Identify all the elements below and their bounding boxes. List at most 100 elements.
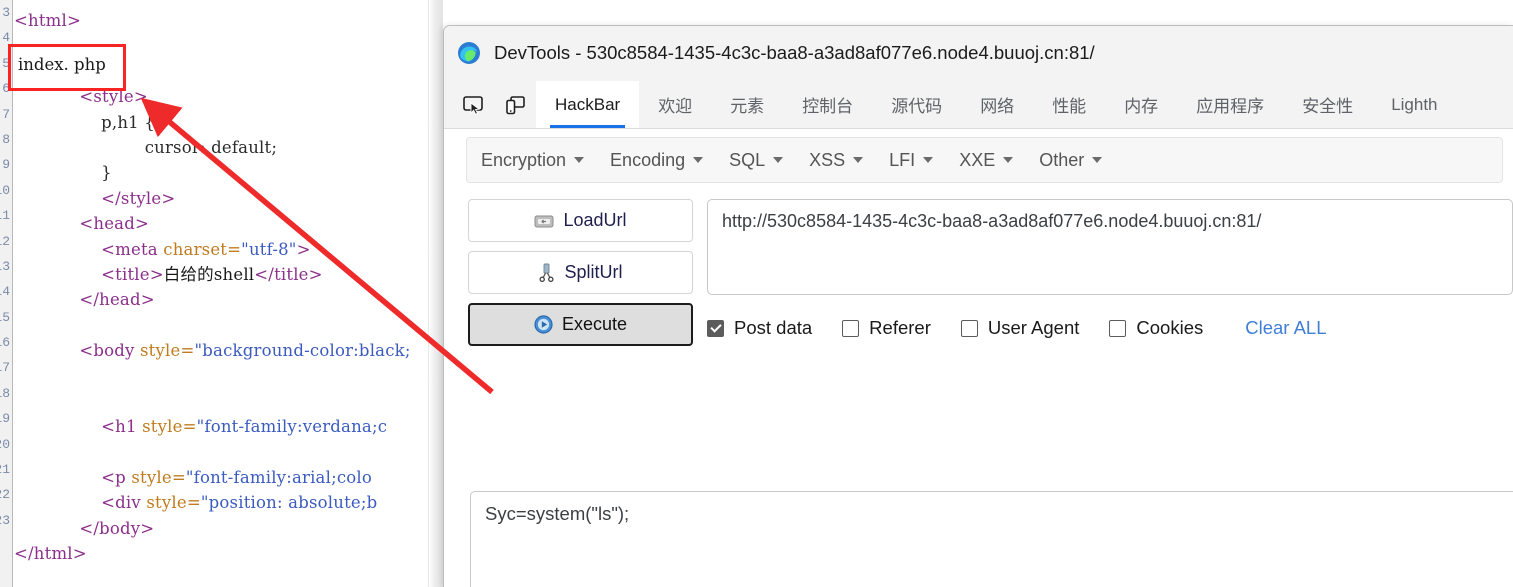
line-number: 8 [2,131,10,147]
hackbar-options-row: Post data Referer User Agent Cookies Clear A… [707,314,1513,342]
hackbar-menu-label: XSS [809,149,846,170]
option-label: Cookies [1136,317,1204,338]
line-number: 18 [0,385,10,401]
code-line: cursor: default; [14,135,443,160]
split-url-label: SplitUrl [564,262,623,282]
option-user-agent[interactable]: User Agent [960,317,1080,339]
checkbox[interactable] [1109,319,1127,337]
line-number: 11 [0,208,10,224]
code-line: <h1 style="font-family:verdana;c [14,414,443,439]
load-url-button[interactable]: LoadUrl [468,199,693,242]
hackbar-menu-encoding[interactable]: Encoding [610,149,704,171]
code-token: <html> [14,11,82,30]
chevron-down-icon [853,157,864,163]
checkbox[interactable] [707,319,724,337]
code-line: <p style="font-family:arial;colo [14,465,443,490]
line-number: 22 [0,487,10,503]
chevron-down-icon [923,157,934,163]
code-token: <h1 [101,417,143,437]
line-number: 17 [0,360,10,376]
code-token: <body [79,341,140,361]
devtools-window-title: DevTools - 530c8584-1435-4c3c-baa8-a3ad8… [494,42,1095,63]
tab-网络[interactable]: 网络 [961,81,1033,128]
line-number: 9 [2,157,10,173]
hackbar-menubar: Encryption Encoding SQL XSS LFI XXE Other [466,137,1503,183]
tab-内存[interactable]: 内存 [1105,81,1177,128]
hackbar-panel: Encryption Encoding SQL XSS LFI XXE Other Load… [444,137,1513,587]
code-line: p,h1 { [14,110,443,135]
line-number: 23 [0,512,10,528]
tab-label: 网络 [980,97,1015,116]
line-number: 16 [0,335,10,351]
hackbar-menu-xxe[interactable]: XXE [959,149,1014,171]
hackbar-url-section: http://530c8584-1435-4c3c-baa8-a3ad8af07… [693,199,1513,355]
option-label: User Agent [987,317,1080,338]
hackbar-menu-label: Encoding [610,149,686,170]
devtools-tab-list: HackBar 欢迎 元素 控制台 源代码 网络 性能 内存 应用程序 安全性 Lighth [536,81,1457,128]
device-toolbar-button[interactable] [494,82,536,128]
hackbar-body: LoadUrl SplitUrl Execute http://530c8584… [444,183,1513,355]
hackbar-menu-label: LFI [889,149,916,170]
inspect-element-button[interactable] [452,82,494,128]
tab-应用程序[interactable]: 应用程序 [1177,81,1283,128]
code-line: <html> [14,8,443,33]
tab-控制台[interactable]: 控制台 [783,81,872,128]
source-code-text[interactable]: <html> <style> p,h1 { cursor: default; }… [14,8,443,567]
tab-元素[interactable]: 元素 [711,81,783,128]
hackbar-menu-lfi[interactable]: LFI [889,149,934,171]
code-token: "font-family:arial;colo [185,468,373,488]
option-label: Referer [869,317,931,338]
device-toolbar-icon [506,96,525,115]
line-number: 13 [0,258,10,274]
code-token: } [101,163,112,183]
hackbar-menu-encryption[interactable]: Encryption [481,149,585,171]
code-panel-scroll-edge[interactable] [428,0,443,587]
chevron-down-icon [693,157,704,163]
option-cookies[interactable]: Cookies [1109,317,1203,339]
code-token: style= [131,468,186,488]
code-line: </style> [14,186,443,211]
code-line: <title>白给的shell</title> [14,262,443,287]
tab-label: 性能 [1052,97,1087,116]
line-number: 19 [0,411,10,427]
tab-源代码[interactable]: 源代码 [872,81,961,128]
hackbar-menu-other[interactable]: Other [1039,150,1103,171]
split-url-icon [538,263,555,282]
tab-安全性[interactable]: 安全性 [1283,81,1372,128]
tab-欢迎[interactable]: 欢迎 [639,81,711,128]
clear-all-link[interactable]: Clear ALL [1245,317,1326,339]
load-url-icon [534,213,554,229]
devtools-titlebar[interactable]: DevTools - 530c8584-1435-4c3c-baa8-a3ad8… [444,26,1513,80]
hackbar-menu-xss[interactable]: XSS [809,149,864,171]
code-token: "utf-8" [241,239,297,259]
code-token: charset= [163,239,242,259]
chevron-down-icon [1003,157,1014,163]
hackbar-menu-label: Encryption [481,149,567,170]
tab-hackbar[interactable]: HackBar [536,81,640,128]
line-number: 3 [2,5,10,20]
hackbar-menu-label: SQL [729,149,766,170]
split-url-button[interactable]: SplitUrl [468,251,693,294]
code-token: style= [140,341,195,361]
tab-label: 安全性 [1302,97,1354,116]
code-token: </head> [79,290,155,310]
code-line: <div style="position: absolute;b [14,490,443,515]
tab-性能[interactable]: 性能 [1033,81,1105,128]
devtools-tabbar: HackBar 欢迎 元素 控制台 源代码 网络 性能 内存 应用程序 安全性 Lighth [444,80,1513,129]
chevron-down-icon [574,157,585,163]
hackbar-menu-sql[interactable]: SQL [729,149,784,171]
option-post-data[interactable]: Post data [707,317,812,339]
checkbox[interactable] [960,319,978,337]
execute-button[interactable]: Execute [468,303,693,346]
execute-play-icon [534,315,553,334]
code-token: cursor: default; [144,137,278,157]
checkbox[interactable] [842,319,860,337]
post-data-input[interactable]: Syc=system("ls"); [470,491,1513,587]
url-input[interactable]: http://530c8584-1435-4c3c-baa8-a3ad8af07… [707,199,1513,295]
option-referer[interactable]: Referer [842,317,931,339]
hackbar-menu-label: XXE [959,149,996,170]
annotation-label: index. php [18,55,106,74]
code-line: <head> [14,211,443,236]
tab-lighth[interactable]: Lighth [1372,81,1456,128]
